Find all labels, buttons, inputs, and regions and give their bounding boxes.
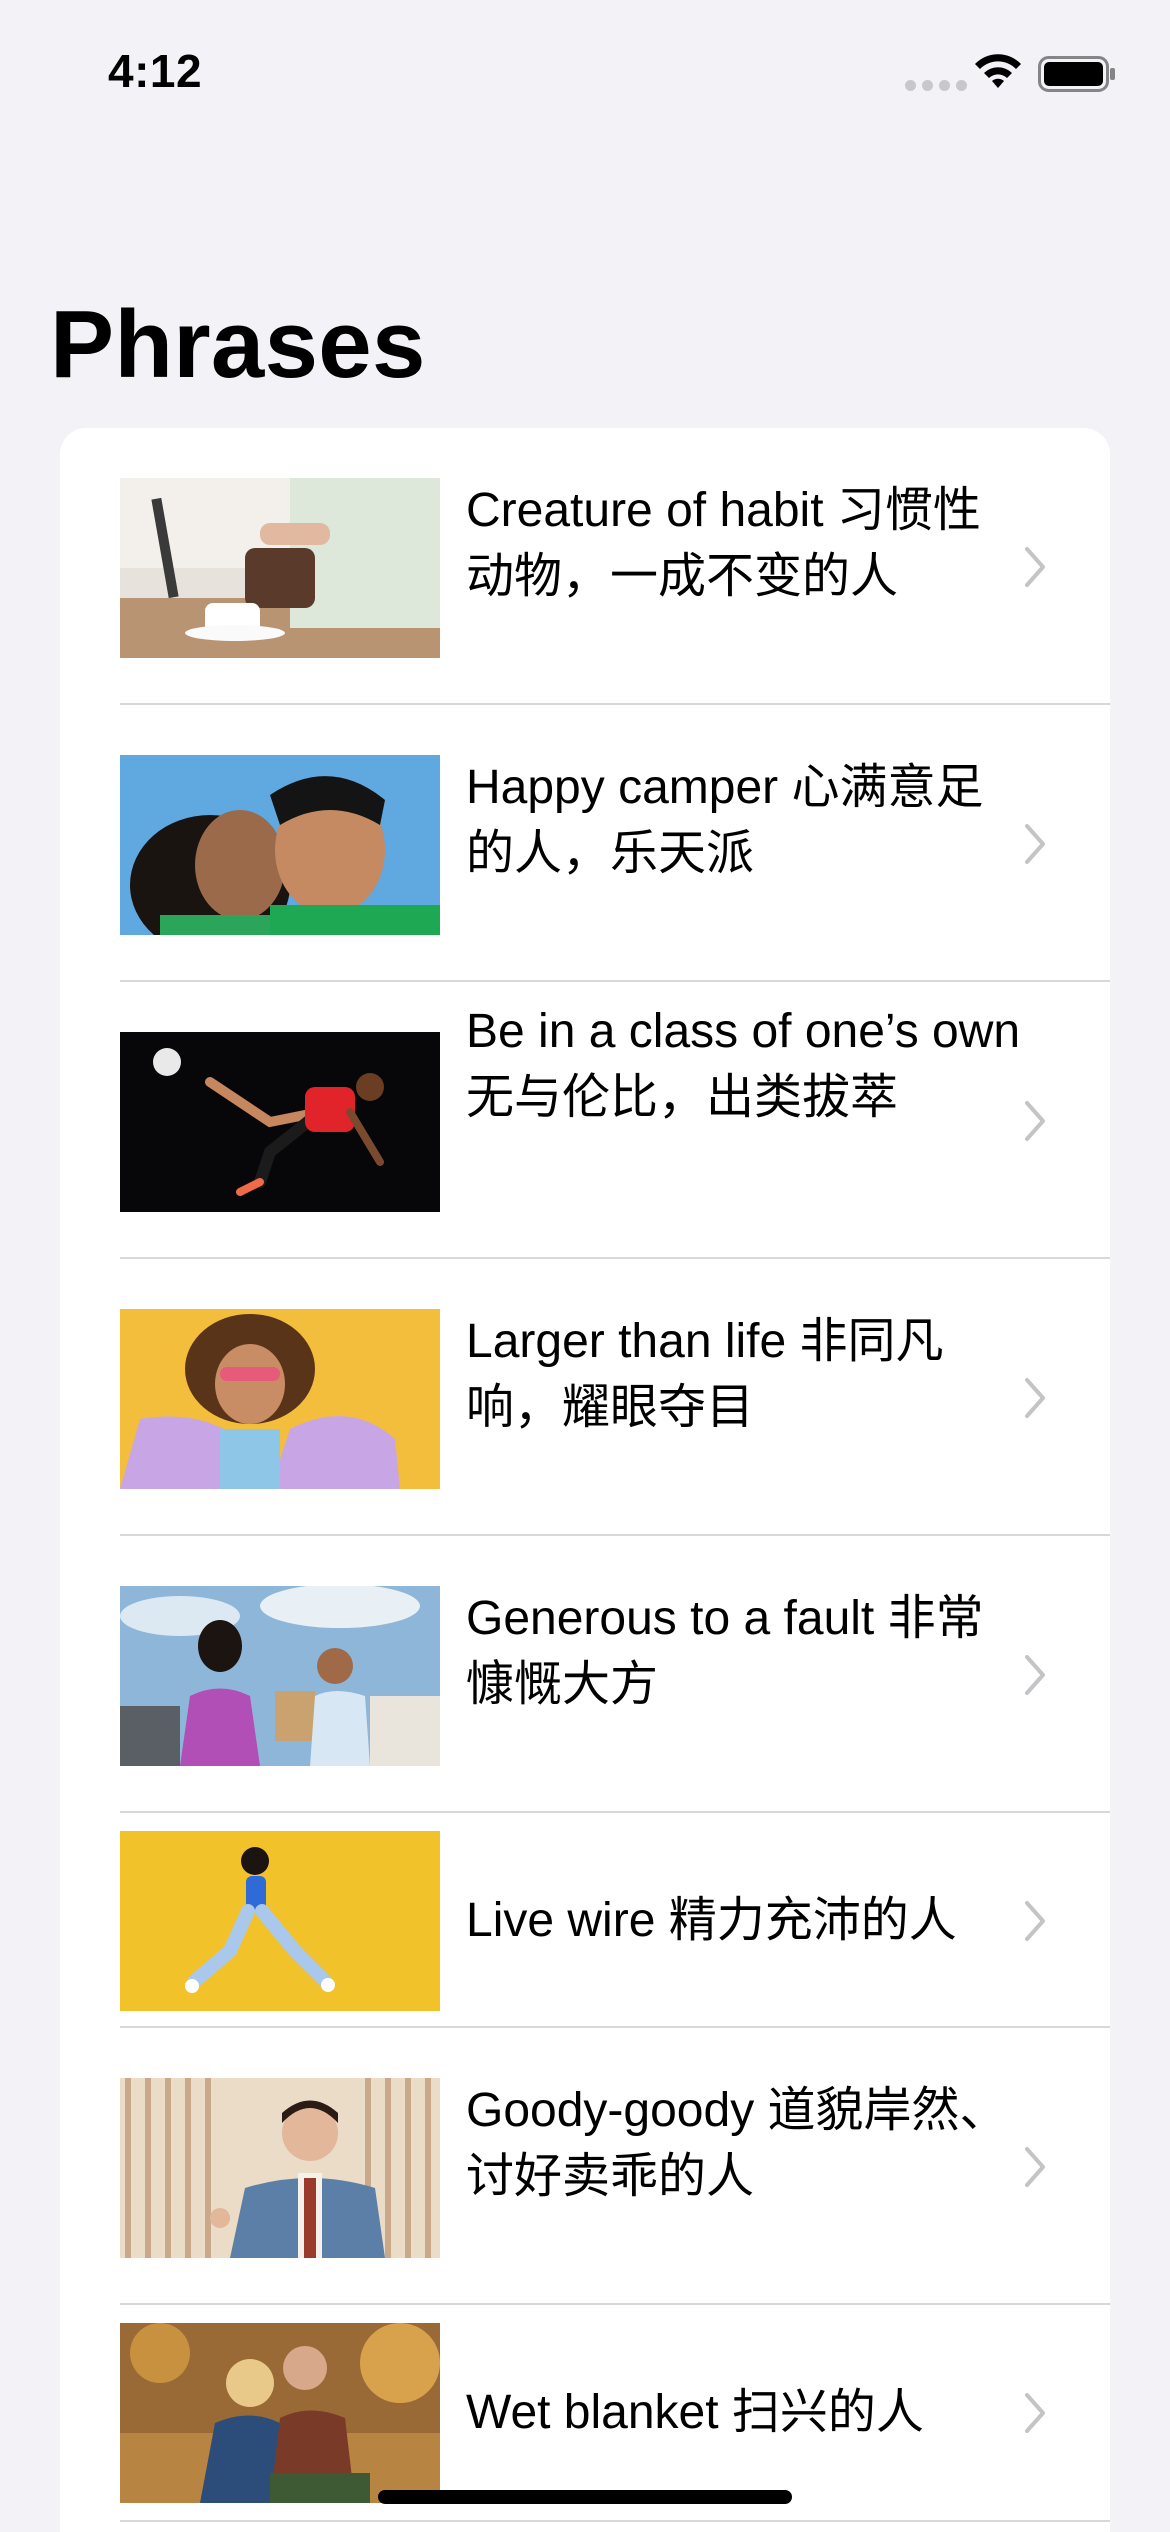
phrase-label: Wet blanket 扫兴的人: [466, 2386, 924, 2439]
home-indicator[interactable]: [378, 2490, 792, 2504]
phrase-label: Happy camper 心满意足的人，乐天派: [466, 761, 984, 880]
thumbnail-image: [120, 2078, 440, 2258]
thumbnail-image: [120, 478, 440, 658]
list-item[interactable]: Creature of habit 习惯性动物，一成不变的人: [60, 428, 1110, 705]
chevron-right-icon: [1025, 2393, 1045, 2433]
thumbnail-image: [120, 1032, 440, 1212]
phrase-label: Goody-goody 道貌岸然、讨好卖乖的人: [466, 2084, 1008, 2203]
chevron-right-icon: [1025, 824, 1045, 864]
list-item[interactable]: Generous to a fault 非常慷慨大方: [60, 1536, 1110, 1813]
list-item[interactable]: Larger than life 非同凡响，耀眼夺目: [60, 1259, 1110, 1536]
battery-icon: [1038, 56, 1115, 92]
phrase-label: Creature of habit 习惯性动物，一成不变的人: [466, 484, 981, 603]
wifi-icon: [975, 54, 1021, 88]
thumbnail-image: [120, 2323, 440, 2503]
phrase-label: Larger than life 非同凡响，耀眼夺目: [466, 1315, 944, 1434]
chevron-right-icon: [1025, 1378, 1045, 1418]
thumbnail-image: [120, 1309, 440, 1489]
thumbnail-image: [120, 1586, 440, 1766]
list-item[interactable]: Live wire 精力充沛的人: [60, 1813, 1110, 2028]
cellular-signal-icon: [905, 80, 967, 91]
status-time: 4:12: [108, 45, 203, 97]
list-item[interactable]: Happy camper 心满意足的人，乐天派: [60, 705, 1110, 982]
thumbnail-image: [120, 755, 440, 935]
phrase-label: Live wire 精力充沛的人: [466, 1894, 957, 1947]
page-title: Phrases: [50, 291, 426, 398]
list-item[interactable]: Be in a class of one’s own 无与伦比，出类拔萃: [60, 982, 1110, 1259]
list-item[interactable]: Goody-goody 道貌岸然、讨好卖乖的人: [60, 2028, 1110, 2305]
chevron-right-icon: [1025, 2147, 1045, 2187]
phrases-list: Creature of habit 习惯性动物，一成不变的人 Happy cam…: [60, 428, 1110, 2532]
phrase-label: Be in a class of one’s own 无与伦比，出类拔萃: [466, 1005, 1021, 1124]
chevron-right-icon: [1025, 1101, 1045, 1141]
chevron-right-icon: [1025, 1655, 1045, 1695]
chevron-right-icon: [1025, 1901, 1045, 1941]
phrase-label: Generous to a fault 非常慷慨大方: [466, 1592, 984, 1711]
row-separator: [120, 2520, 1110, 2522]
chevron-right-icon: [1025, 547, 1045, 587]
status-bar: 4:12: [0, 0, 1170, 150]
thumbnail-image: [120, 1831, 440, 2011]
